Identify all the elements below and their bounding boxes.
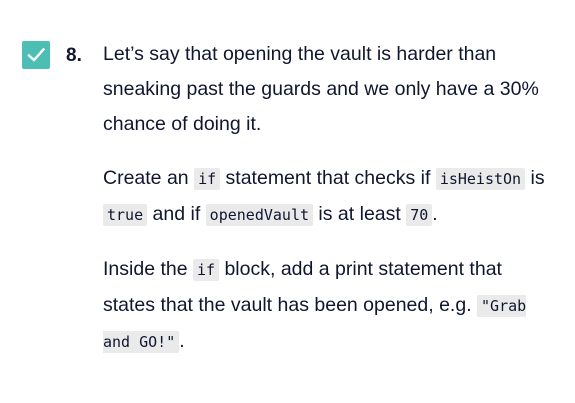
inline-code: 70 [406,204,433,226]
instruction-paragraph-2: Create an if statement that checks if is… [103,161,553,233]
task-number: 8. [66,45,82,66]
inline-code: true [103,204,148,226]
text-segment: . [179,330,185,352]
text-segment: Inside the [103,258,193,280]
text-segment: . [432,203,438,225]
inline-code: if [192,259,220,281]
instruction-paragraph-3: Inside the if block, add a print stateme… [103,252,553,360]
inline-code: openedVault [205,204,314,226]
checkmark-icon [27,47,46,62]
task-complete-checkbox[interactable] [22,41,50,69]
text-segment: statement that checks if [220,167,436,189]
inline-code: isHeistOn [435,168,526,190]
text-segment: and if [147,203,206,225]
inline-code: if [194,168,221,190]
text-segment: is at least [313,203,407,225]
text-segment: is [525,167,545,189]
instruction-paragraph-1: Let’s say that opening the vault is hard… [103,43,539,135]
task-instructions: Let’s say that opening the vault is hard… [103,37,553,379]
text-segment: Create an [103,167,195,189]
task-item: 8. Let’s say that opening the vault is h… [0,0,575,403]
